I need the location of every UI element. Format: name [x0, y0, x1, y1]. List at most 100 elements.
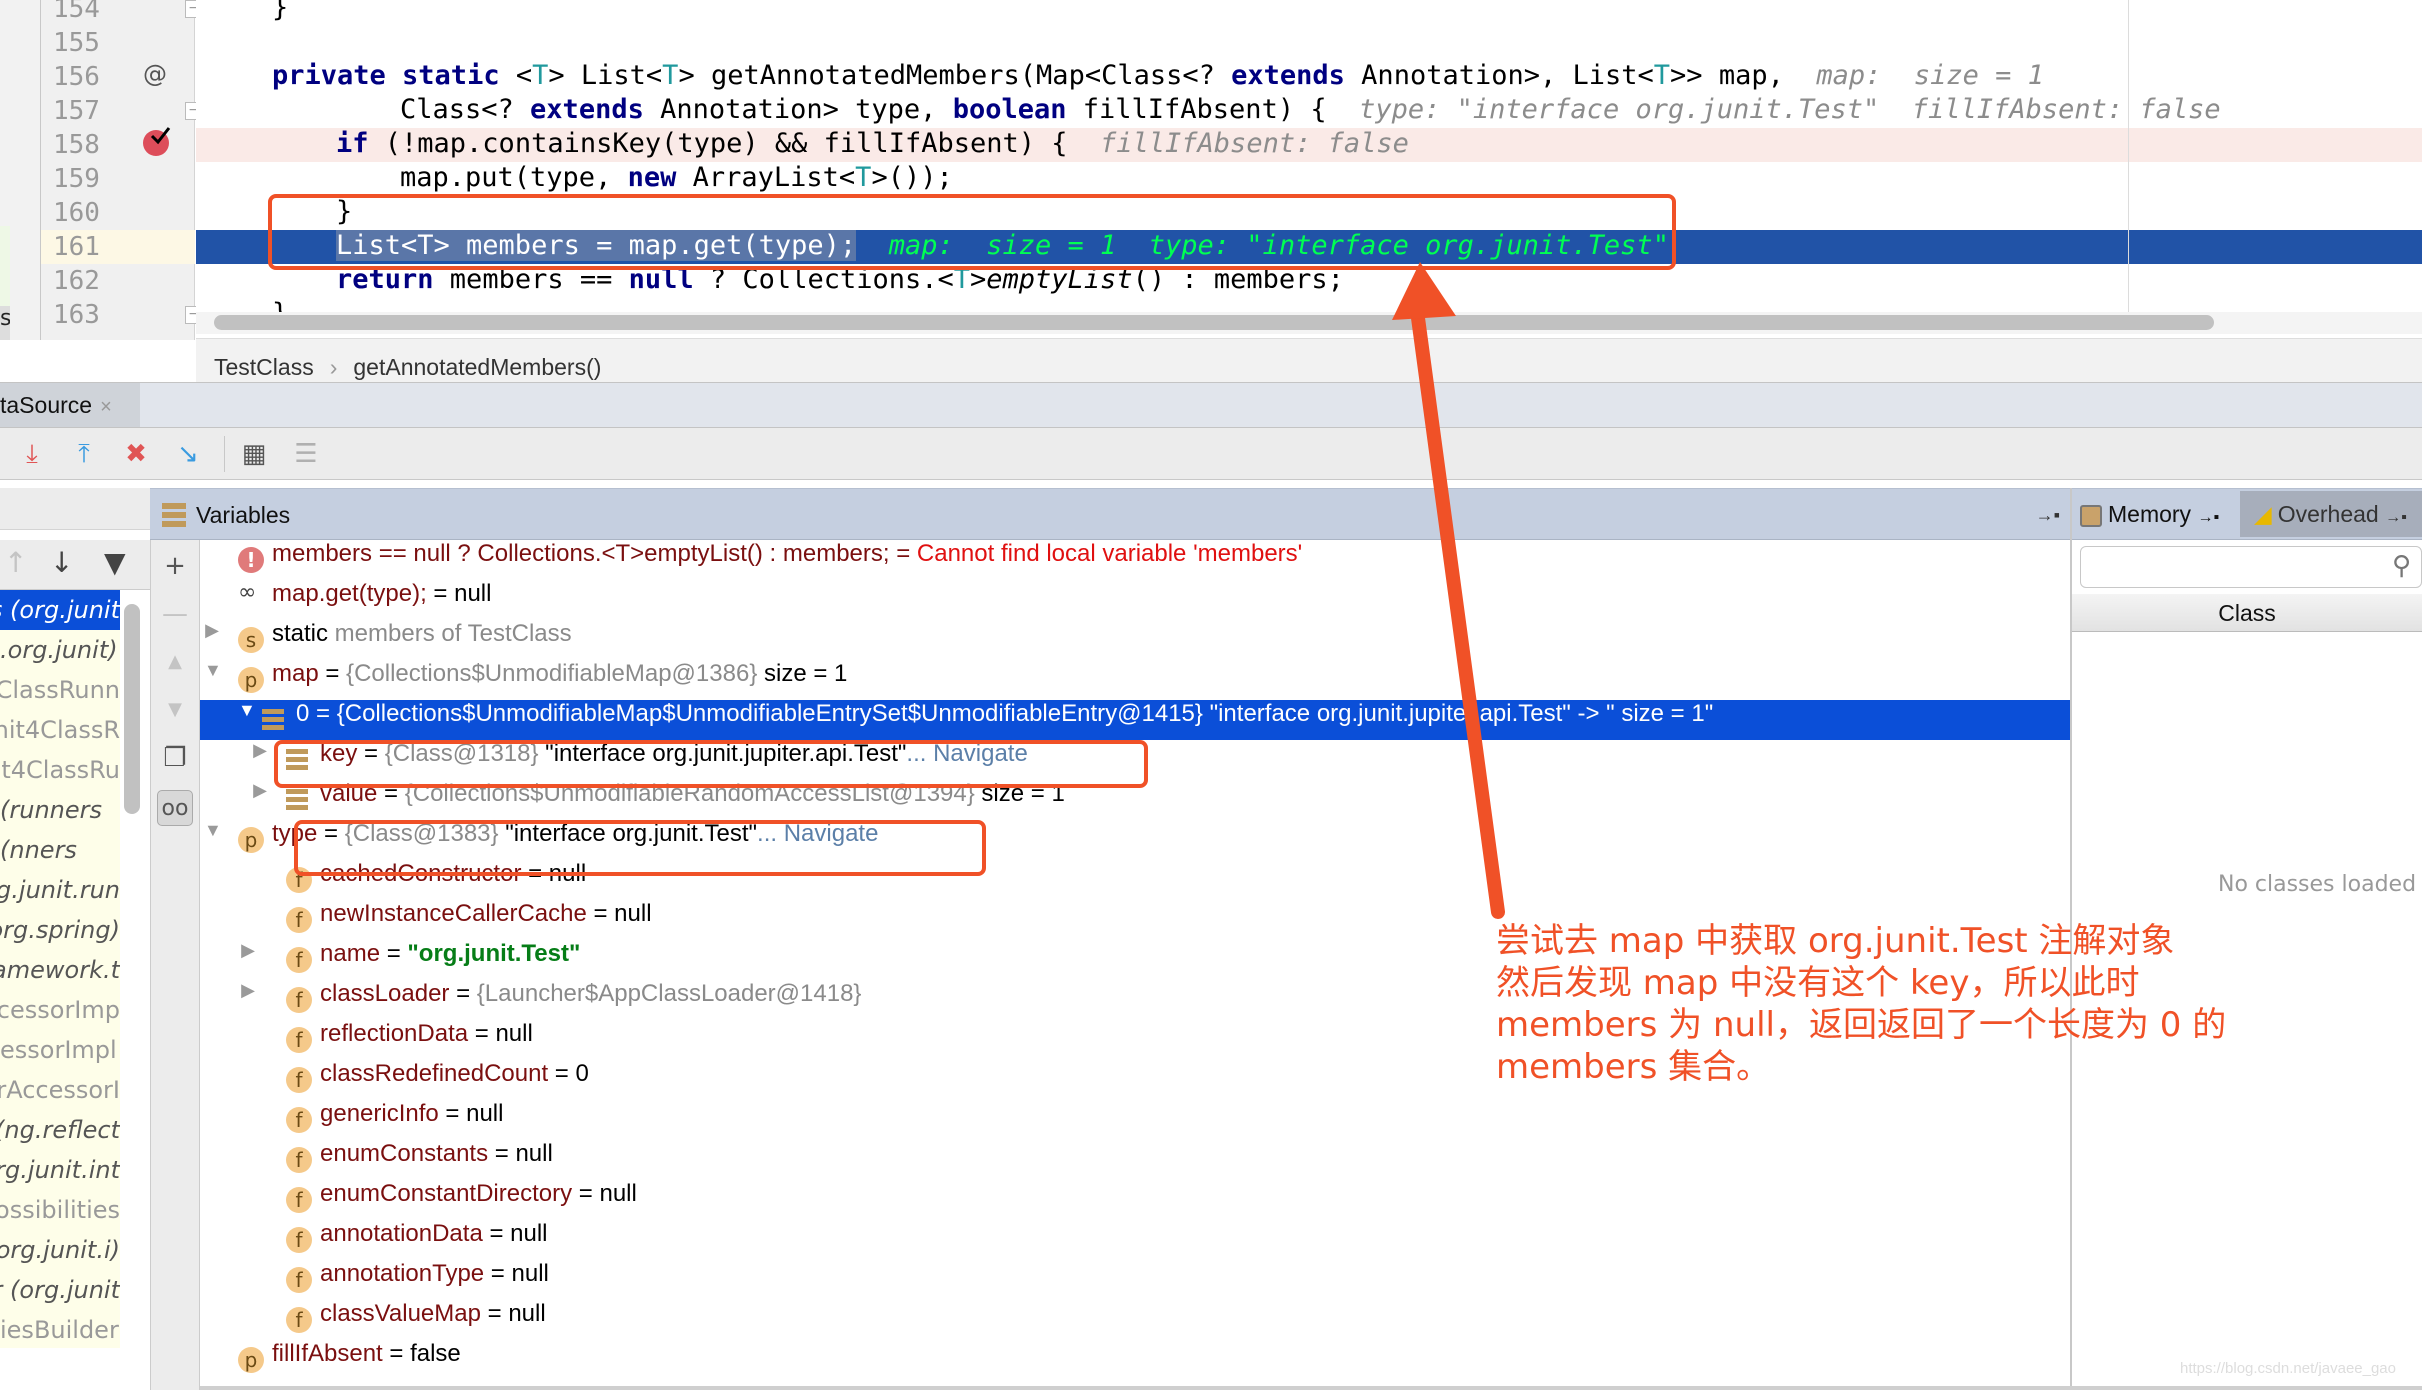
- f-badge-icon: f: [286, 1227, 312, 1253]
- step-out-icon[interactable]: ⤒: [66, 436, 102, 472]
- annotation-note: 尝试去 map 中获取 org.junit.Test 注解对象 然后发现 map…: [1496, 921, 2227, 1087]
- frame-item[interactable]: iesBuilder: [0, 1310, 120, 1348]
- duplicate-watch-icon[interactable]: ❐: [157, 740, 193, 776]
- variable-name: newInstanceCallerCache: [320, 900, 587, 927]
- expand-arrow-icon[interactable]: ▶: [204, 620, 220, 641]
- frame-item[interactable]: ccessorImp: [0, 990, 120, 1030]
- frame-item[interactable]: Possibilities: [0, 1190, 120, 1230]
- frames-scrollbar[interactable]: [124, 604, 140, 814]
- editor-horizontal-scrollbar[interactable]: [196, 312, 2422, 334]
- line-number: 163: [53, 300, 100, 330]
- filter-icon[interactable]: ▼: [104, 546, 126, 579]
- pin-icon[interactable]: →▪: [2385, 509, 2407, 526]
- add-watch-icon[interactable]: +: [157, 548, 193, 584]
- variable-row-selected[interactable]: ▼ 0 = {Collections$UnmodifiableMap$Unmodi…: [200, 700, 2070, 740]
- frame-item[interactable]: (org.junit.i: [0, 1230, 120, 1270]
- frame-item[interactable]: amework.t: [0, 950, 120, 990]
- collapse-arrow-icon[interactable]: ▼: [204, 660, 222, 681]
- inline-debug-hint: map: size = 1: [1816, 60, 2044, 91]
- expand-arrow-icon[interactable]: ▶: [240, 980, 256, 1001]
- variable-row[interactable]: ! members == null ? Collections.<T>emptyL…: [200, 540, 2070, 580]
- breadcrumb-method[interactable]: getAnnotatedMembers(): [353, 354, 601, 380]
- expand-arrow-icon[interactable]: ▶: [252, 780, 268, 801]
- frame-item[interactable]: nit4ClassR: [0, 710, 120, 750]
- object-ref: {Collections$UnmodifiableMap$Unmodifiabl…: [336, 700, 1203, 727]
- variable-row[interactable]: f annotationType = null: [200, 1260, 2070, 1300]
- variable-row[interactable]: f annotationData = null: [200, 1220, 2070, 1260]
- memory-search-input[interactable]: ⚲: [2080, 546, 2422, 588]
- step-into-icon[interactable]: ⤓: [14, 436, 50, 472]
- frame-item[interactable]: nit4ClassRu: [0, 750, 120, 790]
- move-down-icon[interactable]: ▼: [157, 692, 193, 728]
- breadcrumb-class[interactable]: TestClass: [214, 354, 314, 380]
- trace-stream-icon[interactable]: ☰: [288, 436, 324, 472]
- frames-list[interactable]: s (org.junit(org.junit.4ClassRunnnit4Cla…: [0, 590, 120, 1348]
- show-watches-icon[interactable]: oo: [157, 790, 193, 826]
- pin-icon[interactable]: →▪: [2036, 489, 2060, 541]
- code-editor[interactable]: } private static <T> List<T> getAnnotate…: [196, 0, 2422, 318]
- frames-toolbar: ↑ ↓ ▼: [0, 540, 150, 590]
- remove-watch-icon[interactable]: —: [157, 596, 193, 632]
- frames-header: [0, 488, 150, 530]
- previous-frame-icon[interactable]: ↑: [4, 546, 27, 579]
- move-up-icon[interactable]: ▲: [157, 644, 193, 680]
- variable-row[interactable]: f enumConstantDirectory = null: [200, 1180, 2070, 1220]
- variable-row[interactable]: p fillIfAbsent = false: [200, 1340, 2070, 1380]
- tab-datasource[interactable]: taSource ×: [0, 383, 140, 427]
- p-badge-icon: p: [238, 827, 264, 853]
- variable-value: size = 1: [757, 660, 848, 687]
- variable-row[interactable]: f classValueMap = null: [200, 1300, 2070, 1340]
- tab-memory[interactable]: Memory →▪: [2080, 489, 2219, 539]
- variable-row[interactable]: ▶ s static members of TestClass: [200, 620, 2070, 660]
- frame-item[interactable]: 4ClassRunn: [0, 670, 120, 710]
- frame-item[interactable]: ng.reflect): [0, 1110, 120, 1150]
- frame-item[interactable]: essorImpl: [0, 1030, 120, 1070]
- collapse-arrow-icon[interactable]: ▼: [204, 820, 222, 841]
- variable-row[interactable]: ∞ map.get(type); = null: [200, 580, 2070, 620]
- project-strip: st: [0, 0, 42, 340]
- variable-name: name: [320, 940, 381, 967]
- f-badge-icon: f: [286, 1187, 312, 1213]
- expand-arrow-icon[interactable]: ▶: [240, 940, 256, 961]
- variable-name: classValueMap: [320, 1300, 481, 1327]
- variable-name: fillIfAbsent: [272, 1340, 383, 1367]
- variable-name: static: [272, 620, 329, 647]
- frame-item[interactable]: s (org.junit: [0, 590, 120, 630]
- run-to-cursor-icon[interactable]: ↘: [170, 436, 206, 472]
- frame-item[interactable]: (org.junit.: [0, 630, 120, 670]
- frame-item[interactable]: runners): [0, 790, 120, 830]
- variable-value: false: [410, 1340, 461, 1367]
- frame-item[interactable]: rg.junit.int: [0, 1150, 120, 1190]
- editor-gutter[interactable]: 154 155 156 157 158 159 160 161 162 163 …: [40, 0, 203, 340]
- variable-row[interactable]: f enumConstants = null: [200, 1140, 2070, 1180]
- annotation-highlight-box: [274, 740, 1148, 788]
- next-frame-icon[interactable]: ↓: [50, 546, 73, 579]
- variable-desc: members of TestClass: [328, 620, 572, 647]
- close-icon[interactable]: ×: [100, 396, 112, 418]
- search-icon: ⚲: [2391, 551, 2411, 581]
- variable-value: null: [510, 1220, 548, 1247]
- tab-overhead[interactable]: ◢ Overhead →▪: [2240, 491, 2422, 537]
- column-header-class[interactable]: Class: [2072, 594, 2422, 632]
- frame-item[interactable]: rg.junit.run: [0, 870, 120, 910]
- evaluate-expression-icon[interactable]: ▦: [236, 436, 272, 472]
- variable-row[interactable]: ▼ p map = {Collections$UnmodifiableMap@138…: [200, 660, 2070, 700]
- variable-value: null: [599, 1180, 637, 1207]
- f-badge-icon: f: [286, 1027, 312, 1053]
- breakpoint-icon[interactable]: [143, 127, 171, 156]
- annotation-at-icon[interactable]: @: [143, 60, 167, 88]
- frame-item[interactable]: nners): [0, 830, 120, 870]
- collapse-arrow-icon[interactable]: ▼: [238, 700, 256, 721]
- scrollbar-thumb[interactable]: [214, 315, 2214, 330]
- pin-icon[interactable]: →▪: [2197, 509, 2219, 526]
- variable-row[interactable]: f genericInfo = null: [200, 1100, 2070, 1140]
- line-number: 154: [53, 0, 100, 24]
- drop-frame-icon[interactable]: ✖: [118, 436, 154, 472]
- memory-icon: [2080, 504, 2102, 527]
- variable-name: enumConstantDirectory: [320, 1180, 573, 1207]
- variable-value: null: [454, 580, 492, 607]
- frame-item[interactable]: r (org.junit: [0, 1270, 120, 1310]
- frame-item[interactable]: rAccessorI: [0, 1070, 120, 1110]
- frame-item[interactable]: (org.spring: [0, 910, 120, 950]
- expand-arrow-icon[interactable]: ▶: [252, 740, 268, 761]
